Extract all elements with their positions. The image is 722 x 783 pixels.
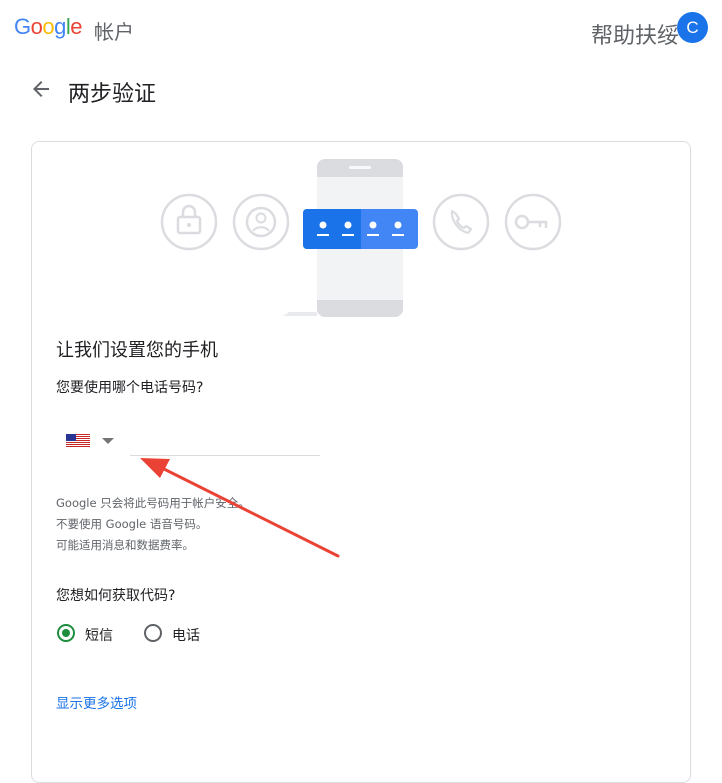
two-step-illustration bbox=[160, 159, 562, 317]
voice-call-label[interactable]: 电话 bbox=[172, 625, 200, 645]
us-flag-icon bbox=[66, 434, 90, 447]
country-selector[interactable] bbox=[66, 432, 122, 450]
person-icon bbox=[232, 193, 290, 251]
voice-call-radio[interactable] bbox=[144, 624, 162, 642]
note-line-2: 不要使用 Google 语音号码。 bbox=[56, 517, 208, 531]
code-display bbox=[303, 209, 418, 249]
show-more-options-link[interactable]: 显示更多选项 bbox=[56, 692, 137, 712]
phone-question: 您要使用哪个电话号码? bbox=[56, 380, 204, 396]
phone-call-icon bbox=[432, 193, 490, 251]
sms-radio[interactable] bbox=[57, 624, 75, 642]
key-icon bbox=[504, 193, 562, 251]
chevron-down-icon bbox=[102, 438, 114, 444]
note-line-3: 可能适用消息和数据费率。 bbox=[56, 538, 194, 552]
note-line-1: Google 只会将此号码用于帐户安全。 bbox=[56, 496, 250, 510]
code-question: 您想如何获取代码? bbox=[56, 588, 176, 604]
phone-number-input[interactable] bbox=[130, 425, 320, 456]
lock-icon bbox=[160, 193, 218, 251]
setup-heading: 让我们设置您的手机 bbox=[56, 340, 218, 361]
sms-label[interactable]: 短信 bbox=[85, 625, 113, 645]
